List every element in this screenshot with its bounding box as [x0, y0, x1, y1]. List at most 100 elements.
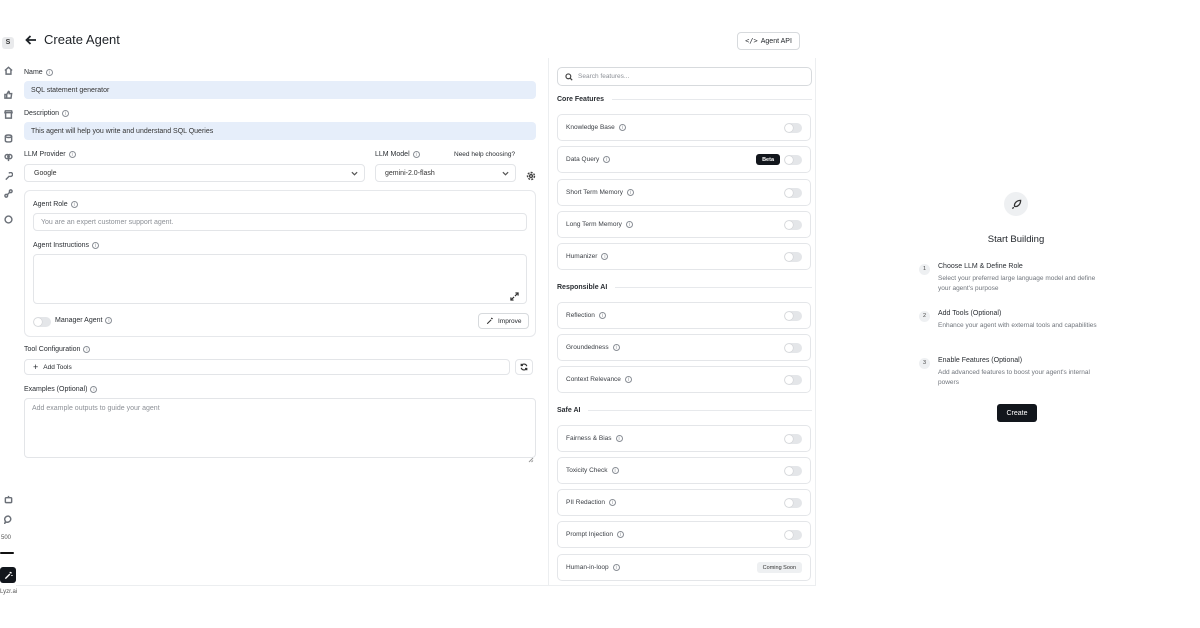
prompt-injection-toggle[interactable]	[784, 530, 802, 540]
shield-icon[interactable]	[3, 214, 13, 224]
llm-model-select[interactable]: gemini-2.0-flash	[375, 164, 516, 182]
feature-reflection: Reflection i	[557, 302, 811, 329]
magic-wand-icon	[486, 317, 493, 325]
feature-pii-redaction: PII Redaction i	[557, 489, 811, 516]
info-icon[interactable]: i	[62, 110, 70, 117]
info-icon[interactable]: i	[611, 467, 619, 474]
pii-redaction-toggle[interactable]	[784, 498, 802, 508]
feature-context-relevance: Context Relevance i	[557, 366, 811, 393]
info-icon[interactable]: i	[624, 376, 632, 383]
thumbs-up-icon[interactable]	[3, 89, 13, 99]
name-label: Name i	[24, 69, 53, 76]
info-icon[interactable]: i	[603, 156, 611, 163]
fairness-bias-toggle[interactable]	[784, 434, 802, 444]
brain-icon[interactable]	[3, 152, 13, 162]
sidebar-rail: S 500 Lyzr.ai	[0, 30, 17, 600]
beta-badge: Beta	[756, 154, 780, 165]
context-relevance-toggle[interactable]	[784, 375, 802, 385]
info-icon[interactable]: i	[70, 201, 78, 208]
store-icon[interactable]	[3, 109, 13, 119]
info-icon[interactable]: i	[598, 312, 606, 319]
home-icon[interactable]	[3, 65, 13, 75]
add-tools-button[interactable]: + Add Tools	[24, 359, 510, 375]
create-button[interactable]: Create	[997, 404, 1037, 422]
info-icon[interactable]: i	[626, 189, 634, 196]
database-icon[interactable]	[3, 133, 13, 143]
long-term-memory-toggle[interactable]	[784, 220, 802, 230]
llm-provider-select[interactable]: Google	[24, 164, 365, 182]
agent-instructions-label: Agent Instructions i	[33, 242, 100, 249]
agent-api-button[interactable]: </> Agent API	[737, 32, 800, 50]
chevron-down-icon	[502, 170, 509, 177]
workflow-icon[interactable]	[3, 188, 13, 198]
name-field[interactable]: SQL statement generator	[24, 81, 536, 99]
info-icon[interactable]: i	[68, 151, 76, 158]
agent-instructions-textarea[interactable]	[33, 254, 527, 304]
page-title: Create Agent	[44, 32, 120, 47]
reflection-toggle[interactable]	[784, 311, 802, 321]
llm-provider-value: Google	[34, 169, 57, 177]
info-icon[interactable]: i	[615, 435, 623, 442]
step-number: 2	[919, 311, 930, 322]
info-icon[interactable]: i	[612, 564, 620, 571]
gear-icon[interactable]	[526, 168, 536, 181]
info-icon[interactable]: i	[616, 531, 624, 538]
workspace-logo[interactable]: S	[2, 37, 14, 49]
examples-label: Examples (Optional) i	[24, 386, 98, 393]
step-title: Choose LLM & Define Role	[938, 263, 1023, 270]
wrench-icon[interactable]	[3, 171, 13, 181]
description-label: Description i	[24, 110, 70, 117]
info-icon[interactable]: i	[90, 386, 98, 393]
expand-icon[interactable]	[510, 288, 519, 301]
info-icon[interactable]: i	[412, 151, 420, 158]
llm-model-label: LLM Model i	[375, 151, 420, 158]
manager-agent-toggle[interactable]	[33, 317, 51, 327]
step-description: Enhance your agent with external tools a…	[938, 322, 1097, 329]
feature-data-query: Data Query i Beta	[557, 146, 811, 173]
chat-icon[interactable]	[3, 514, 13, 524]
knowledge-base-toggle[interactable]	[784, 123, 802, 133]
features-panel: Search features... Core Features Knowled…	[548, 58, 816, 585]
manager-agent-label: Manager Agent i	[55, 317, 113, 324]
description-field[interactable]: This agent will help you write and under…	[24, 122, 536, 140]
info-icon[interactable]: i	[601, 253, 609, 260]
info-icon[interactable]: i	[609, 499, 617, 506]
humanizer-toggle[interactable]	[784, 252, 802, 262]
agent-api-label: Agent API	[760, 37, 792, 45]
plus-icon: +	[33, 361, 39, 372]
agent-role-label: Agent Role i	[33, 201, 78, 208]
improve-button[interactable]: Improve	[478, 313, 530, 329]
info-icon[interactable]: i	[618, 124, 626, 131]
step-title: Enable Features (Optional)	[938, 357, 1023, 364]
feature-human-in-loop: Human-in-loop i Coming Soon	[557, 554, 811, 581]
refresh-button[interactable]	[515, 359, 533, 375]
info-icon[interactable]: i	[105, 317, 113, 324]
responsible-ai-heading: Responsible AI	[557, 284, 812, 291]
info-icon[interactable]: i	[45, 69, 53, 76]
info-icon[interactable]: i	[625, 221, 633, 228]
help-choosing-link[interactable]: Need help choosing?	[454, 151, 515, 158]
start-building-title: Start Building	[987, 234, 1045, 245]
coming-soon-badge: Coming Soon	[756, 562, 802, 573]
info-icon[interactable]: i	[92, 242, 100, 249]
feature-knowledge-base: Knowledge Base i	[557, 114, 811, 141]
info-icon[interactable]: i	[612, 344, 620, 351]
step-description: Select your preferred large language mod…	[938, 275, 1096, 292]
page-header: Create Agent </> Agent API	[24, 30, 800, 52]
agent-builder-nav[interactable]	[0, 567, 16, 583]
groundedness-toggle[interactable]	[784, 343, 802, 353]
examples-textarea[interactable]: Add example outputs to guide your agent	[24, 398, 536, 458]
data-query-toggle[interactable]	[784, 155, 802, 165]
back-arrow-icon[interactable]	[24, 33, 38, 47]
magic-wand-icon	[4, 571, 13, 579]
credits-bar	[0, 552, 14, 554]
toxicity-check-toggle[interactable]	[784, 466, 802, 476]
short-term-memory-toggle[interactable]	[784, 188, 802, 198]
feature-long-term-memory: Long Term Memory i	[557, 211, 811, 238]
bot-icon[interactable]	[3, 494, 13, 504]
search-placeholder: Search features...	[578, 73, 630, 80]
info-icon[interactable]: i	[83, 346, 91, 353]
agent-role-input[interactable]: You are an expert customer support agent…	[33, 213, 527, 231]
resize-grip-icon[interactable]	[528, 450, 534, 463]
feature-search-input[interactable]: Search features...	[557, 67, 812, 86]
